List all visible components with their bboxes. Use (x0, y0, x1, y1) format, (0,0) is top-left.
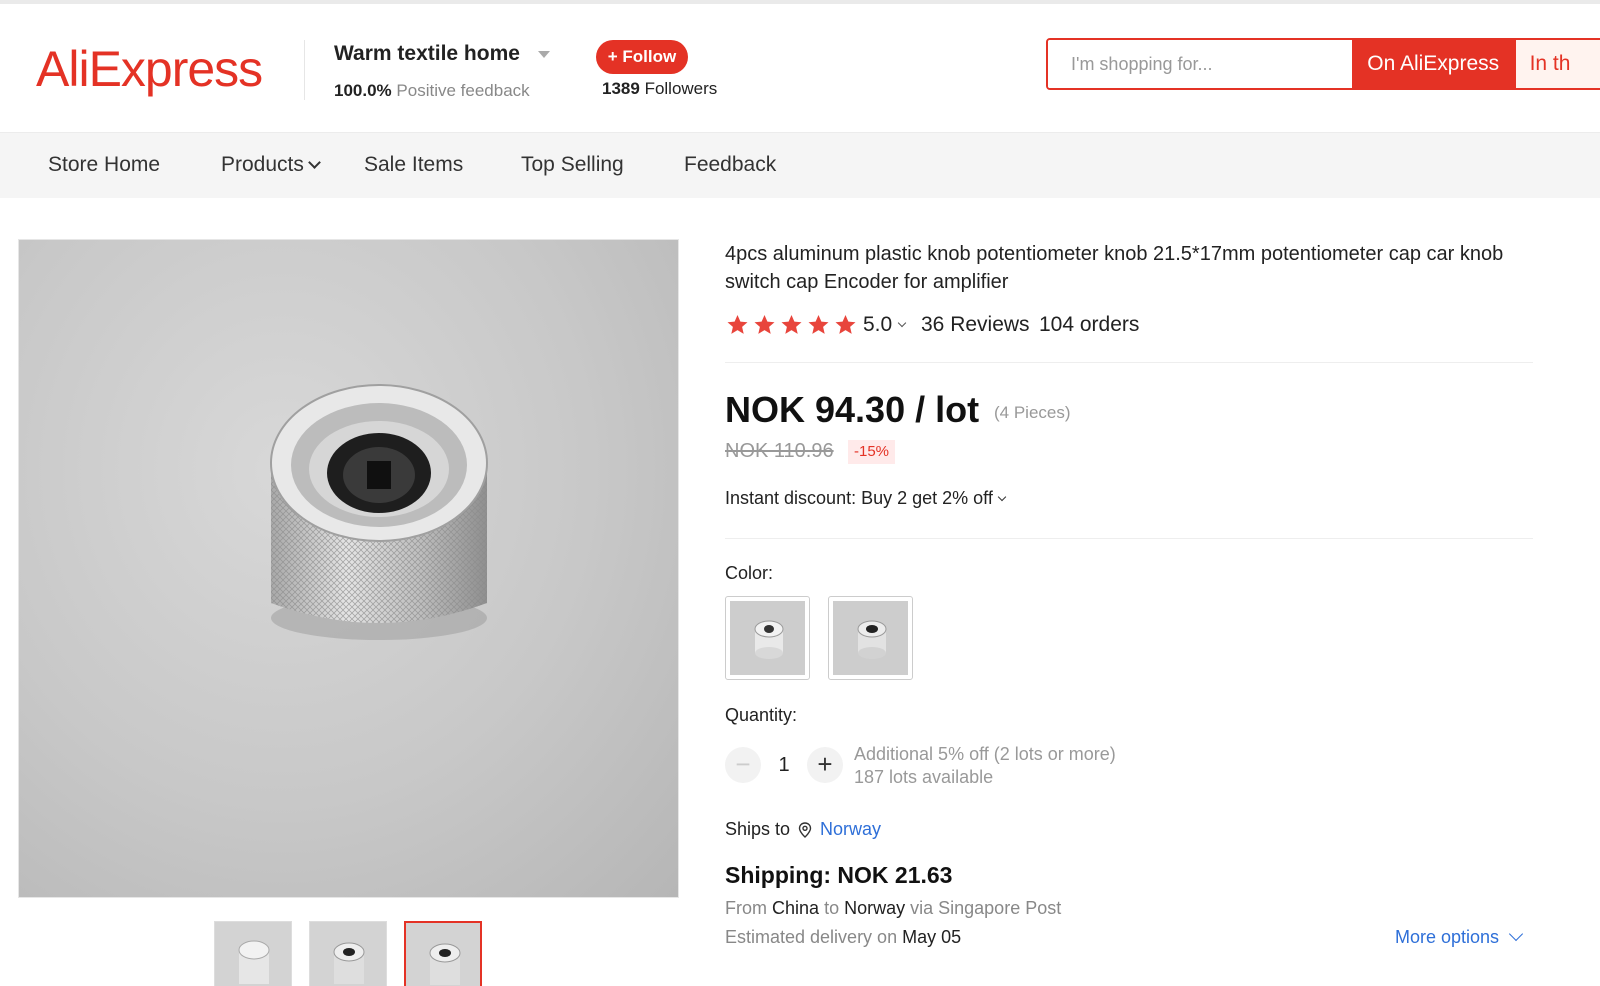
divider (725, 362, 1533, 363)
knob-image (270, 384, 488, 640)
bulk-discount-note: Additional 5% off (2 lots or more) (854, 744, 1116, 764)
feedback-percent: 100.0% (334, 81, 392, 100)
from-country: China (772, 898, 820, 918)
store-name[interactable]: Warm textile home (334, 42, 520, 66)
swatch-image (833, 601, 908, 675)
stock-available: 187 lots available (854, 767, 994, 787)
feedback-label: Positive feedback (396, 81, 530, 100)
header-divider (304, 40, 305, 100)
chevron-down-icon (997, 492, 1007, 502)
swatch-image (730, 601, 805, 675)
color-swatch-1[interactable] (725, 596, 810, 680)
search-bar: On AliExpress In th (1046, 38, 1600, 90)
more-shipping-options[interactable]: More options (1395, 926, 1524, 948)
ships-to-label: Ships to (725, 819, 791, 839)
estimated-delivery: Estimated delivery on May 05 (725, 927, 961, 948)
nav-store-home[interactable]: Store Home (48, 153, 160, 177)
star-icon (754, 315, 775, 334)
carrier: via Singapore Post (910, 898, 1062, 918)
search-on-aliexpress-button[interactable]: On AliExpress (1351, 40, 1515, 88)
nav-feedback[interactable]: Feedback (684, 153, 776, 177)
star-icon (727, 315, 748, 334)
store-feedback: 100.0% Positive feedback (334, 81, 530, 101)
aliexpress-logo[interactable]: AliExpress (36, 40, 263, 98)
search-in-store-button[interactable]: In th (1514, 40, 1600, 88)
from-label: From (725, 898, 767, 918)
ship-country-selector[interactable]: Norway (820, 819, 881, 840)
quantity-decrease-button[interactable]: − (725, 747, 761, 783)
chevron-down-icon (1508, 926, 1524, 942)
main-product-image[interactable] (18, 239, 679, 898)
nav-products-label: Products (221, 153, 304, 176)
reviews-link[interactable]: 36 Reviews (921, 313, 1030, 337)
to-country: Norway (844, 898, 906, 918)
chevron-down-icon (897, 318, 907, 328)
star-icon (835, 315, 856, 334)
discount-badge: -15% (848, 440, 896, 464)
follow-button[interactable]: + Follow (596, 40, 688, 74)
rating-stars (725, 313, 858, 337)
quantity-input[interactable] (771, 752, 797, 778)
shipping-cost: Shipping: NOK 21.63 (725, 862, 953, 888)
store-nav: Store Home Products Sale Items Top Selli… (0, 132, 1600, 198)
rating-value[interactable]: 5.0 (863, 313, 907, 337)
caret-down-icon[interactable] (538, 51, 550, 58)
color-swatch-2[interactable] (828, 596, 913, 680)
original-price: NOK 110.96 (725, 440, 834, 462)
price: NOK 94.30 / lot (725, 389, 980, 430)
instant-discount-label: Instant discount: Buy 2 get 2% off (725, 488, 993, 508)
product-title: 4pcs aluminum plastic knob potentiometer… (725, 243, 1504, 293)
nav-products[interactable]: Products (221, 153, 321, 177)
delivery-label: Estimated delivery on (725, 927, 898, 947)
chevron-down-icon (308, 156, 321, 169)
followers-count: 1389 Followers (602, 79, 717, 99)
quantity-notes: Additional 5% off (2 lots or more) 187 l… (854, 743, 1116, 789)
nav-top-selling[interactable]: Top Selling (521, 153, 624, 177)
quantity-label: Quantity: (725, 705, 798, 725)
top-border (0, 0, 1600, 4)
search-input[interactable] (1048, 40, 1352, 88)
to-label: to (824, 898, 840, 918)
orders-count: 104 orders (1039, 313, 1140, 336)
rating-number: 5.0 (863, 313, 893, 336)
more-options-label: More options (1395, 927, 1500, 947)
location-pin-icon (798, 822, 812, 838)
price-unit: (4 Pieces) (994, 403, 1071, 422)
thumbnail-2[interactable] (309, 921, 387, 986)
delivery-date: May 05 (902, 927, 962, 947)
shipping-route: From China to Norway via Singapore Post (725, 898, 1061, 919)
thumbnail-3[interactable] (404, 921, 482, 986)
divider (725, 538, 1533, 539)
quantity-increase-button[interactable]: + (807, 747, 843, 783)
thumbnail-1[interactable] (214, 921, 292, 986)
color-label: Color: (725, 563, 774, 583)
followers-number: 1389 (602, 79, 640, 98)
star-icon (808, 315, 829, 334)
nav-sale-items[interactable]: Sale Items (364, 153, 463, 177)
followers-label: Followers (644, 79, 718, 98)
star-icon (781, 315, 802, 334)
instant-discount[interactable]: Instant discount: Buy 2 get 2% off (725, 488, 1007, 509)
